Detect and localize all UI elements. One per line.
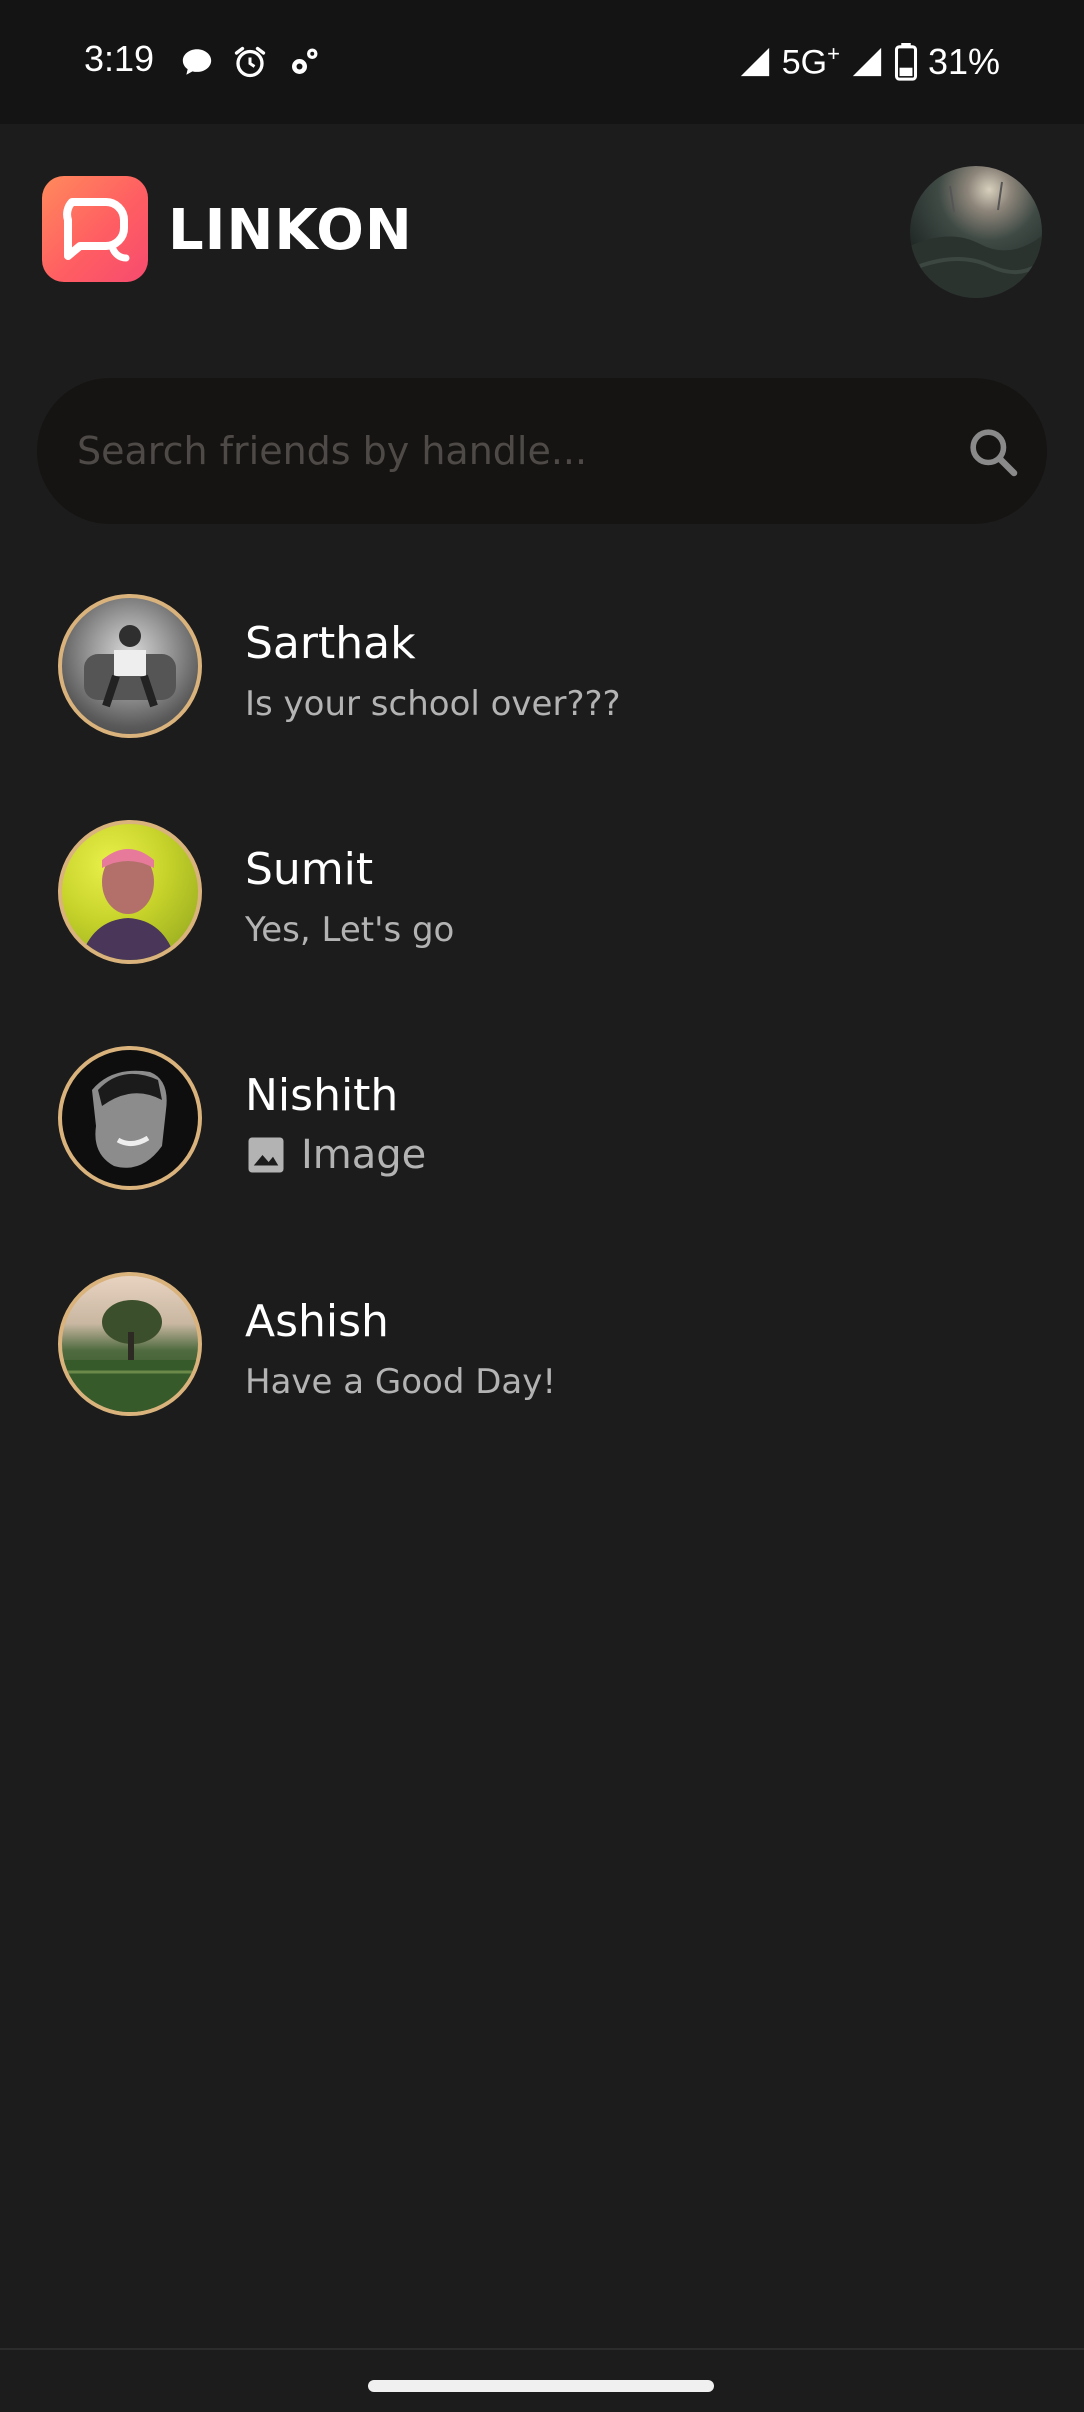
chat-preview: Image [245,1132,426,1178]
alarm-icon [234,46,266,78]
status-time: 3:19 [84,38,155,79]
status-icons-right: 5G+ 31% [738,40,1000,84]
signal-icon [852,47,882,77]
chat-name: Sarthak [245,618,416,669]
image-icon [248,1137,284,1173]
search-input[interactable] [77,378,917,524]
chat-preview: Is your school over??? [245,684,621,724]
chat-bubble-icon [182,49,212,75]
chat-preview-text: Yes, Let's go [245,910,455,950]
profile-avatar[interactable] [910,166,1042,298]
nav-divider [0,2348,1084,2350]
chat-preview: Yes, Let's go [245,910,454,950]
chat-item-ashish[interactable]: Ashish Have a Good Day! [0,1258,1084,1448]
avatar [58,820,202,964]
app-header: LINKON [0,124,1084,354]
avatar [58,1046,202,1190]
chat-name: Sumit [245,844,374,895]
chat-name: Ashish [245,1296,389,1347]
chat-preview: Have a Good Day! [245,1362,556,1402]
avatar [58,594,202,738]
battery-icon [894,43,917,81]
chat-bubbles-logo-icon [42,176,148,282]
chat-item-sarthak[interactable]: Sarthak Is your school over??? [0,580,1084,770]
search-icon[interactable] [965,424,1021,480]
chat-item-nishith[interactable]: Nishith Image [0,1032,1084,1222]
search-bar [37,378,1047,524]
battery-percent: 31% [927,41,1000,82]
chat-name: Nishith [245,1070,399,1121]
avatar [58,1272,202,1416]
chat-item-sumit[interactable]: Sumit Yes, Let's go [0,806,1084,996]
settings-gear-icon [292,48,318,74]
network-type: 5G+ [781,41,840,82]
chat-preview-text: Have a Good Day! [245,1362,556,1402]
chat-preview-text: Image [301,1132,427,1178]
chat-preview-text: Is your school over??? [245,684,621,724]
home-gesture-bar[interactable] [368,2380,714,2392]
status-icons-left [180,44,322,80]
status-bar: 3:19 5G+ 31% [0,0,1084,124]
app-title: LINKON [168,198,413,263]
signal-icon [740,47,769,77]
